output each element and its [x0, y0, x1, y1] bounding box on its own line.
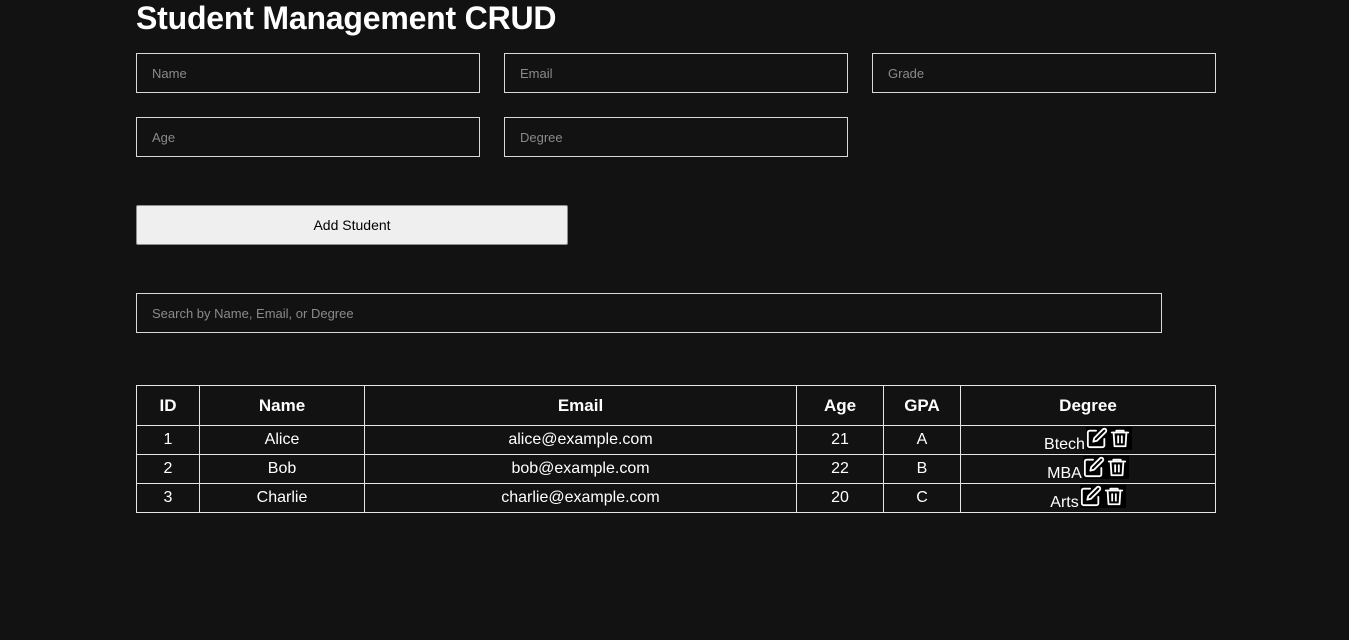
header-gpa: GPA — [883, 385, 961, 426]
cell-email: charlie@example.com — [364, 483, 797, 513]
table-row: 1 Alice alice@example.com 21 A Btech — [136, 425, 1216, 455]
trash-icon[interactable] — [1105, 455, 1129, 479]
row-actions — [1082, 455, 1129, 479]
cell-email: alice@example.com — [364, 425, 797, 455]
email-input[interactable] — [504, 53, 848, 93]
cell-age: 22 — [796, 454, 884, 484]
table-row: 3 Charlie charlie@example.com 20 C Arts — [136, 483, 1216, 513]
row-actions — [1085, 426, 1132, 450]
trash-icon[interactable] — [1108, 426, 1132, 450]
add-student-button[interactable]: Add Student — [136, 205, 568, 245]
cell-id: 2 — [136, 454, 200, 484]
cell-name: Alice — [199, 425, 365, 455]
degree-text: MBA — [1047, 464, 1082, 482]
degree-text: Btech — [1044, 435, 1085, 453]
page: Student Management CRUD Add Student ID N… — [0, 0, 1349, 640]
degree-input[interactable] — [504, 117, 848, 157]
header-degree: Degree — [960, 385, 1216, 426]
header-age: Age — [796, 385, 884, 426]
edit-icon[interactable] — [1079, 484, 1103, 508]
page-title: Student Management CRUD — [136, 0, 557, 36]
degree-wrap: MBA — [1047, 455, 1129, 483]
cell-name: Charlie — [199, 483, 365, 513]
cell-degree: Arts — [960, 483, 1216, 513]
table-header-row: ID Name Email Age GPA Degree — [136, 385, 1216, 426]
degree-wrap: Arts — [1050, 484, 1126, 512]
edit-icon[interactable] — [1085, 426, 1109, 450]
grade-input[interactable] — [872, 53, 1216, 93]
name-input[interactable] — [136, 53, 480, 93]
degree-wrap: Btech — [1044, 426, 1132, 454]
cell-id: 3 — [136, 483, 200, 513]
students-table: ID Name Email Age GPA Degree 1 Alice ali… — [136, 385, 1216, 513]
search-input[interactable] — [136, 293, 1162, 333]
cell-id: 1 — [136, 425, 200, 455]
cell-degree: MBA — [960, 454, 1216, 484]
cell-gpa: A — [883, 425, 961, 455]
header-email: Email — [364, 385, 797, 426]
edit-icon[interactable] — [1082, 455, 1106, 479]
cell-gpa: B — [883, 454, 961, 484]
cell-degree: Btech — [960, 425, 1216, 455]
age-input[interactable] — [136, 117, 480, 157]
cell-name: Bob — [199, 454, 365, 484]
cell-email: bob@example.com — [364, 454, 797, 484]
cell-gpa: C — [883, 483, 961, 513]
header-id: ID — [136, 385, 200, 426]
row-actions — [1079, 484, 1126, 508]
cell-age: 21 — [796, 425, 884, 455]
trash-icon[interactable] — [1102, 484, 1126, 508]
cell-age: 20 — [796, 483, 884, 513]
degree-text: Arts — [1050, 493, 1079, 511]
header-name: Name — [199, 385, 365, 426]
table-row: 2 Bob bob@example.com 22 B MBA — [136, 454, 1216, 484]
